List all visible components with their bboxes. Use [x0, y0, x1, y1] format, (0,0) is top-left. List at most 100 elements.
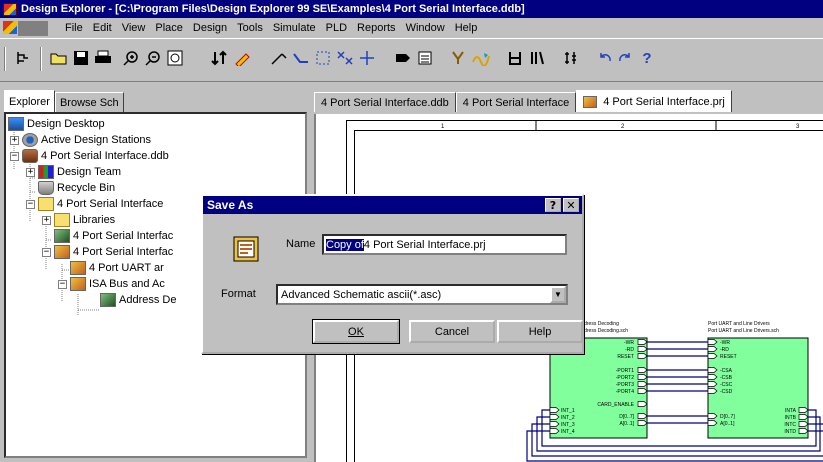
- window-title-bar: Design Explorer - [C:\Program Files\Desi…: [0, 0, 823, 18]
- pin-label: -CSB: [720, 375, 733, 381]
- name-field-value: 4 Port Serial Interface.prj: [363, 238, 486, 251]
- menu-pld[interactable]: PLD: [321, 22, 352, 34]
- pin-label: INT_2: [561, 415, 575, 421]
- menu-view[interactable]: View: [117, 22, 151, 34]
- print-icon[interactable]: [92, 47, 114, 69]
- block2-file: Port UART and Line Drivers.sch: [708, 328, 779, 334]
- tree-item-libraries[interactable]: + Libraries: [42, 212, 115, 228]
- collapse-icon[interactable]: −: [42, 247, 51, 257]
- pin-label: RESET: [720, 354, 737, 360]
- chevron-down-icon[interactable]: ▼: [550, 286, 566, 303]
- block1-file: Address Decoding.sch: [578, 328, 628, 334]
- library-icon[interactable]: [526, 47, 548, 69]
- save-icon[interactable]: [70, 47, 92, 69]
- format-select[interactable]: Advanced Schematic ascii(*.asc) ▼: [276, 284, 568, 305]
- zoom-out-icon[interactable]: [142, 47, 164, 69]
- collapse-icon[interactable]: −: [10, 151, 19, 161]
- tree-item-prj[interactable]: − 4 Port Serial Interfac: [42, 244, 173, 260]
- app-icon: [3, 2, 17, 16]
- pin-label: -PORT1: [616, 368, 634, 374]
- tab-serial-interface[interactable]: 4 Port Serial Interface: [455, 92, 577, 112]
- collapse-icon[interactable]: −: [58, 279, 67, 289]
- menu-design[interactable]: Design: [188, 22, 232, 34]
- tree-item-ddb[interactable]: − 4 Port Serial Interface.ddb: [10, 148, 169, 164]
- wire-icon[interactable]: [268, 47, 290, 69]
- close-button[interactable]: ✕: [563, 198, 579, 212]
- tree-item-address-decoding[interactable]: Address De: [100, 292, 176, 308]
- menu-file[interactable]: File: [60, 22, 88, 34]
- stations-icon: [22, 133, 38, 147]
- tab-explorer[interactable]: Explorer: [4, 90, 55, 112]
- tree-item-uart[interactable]: 4 Port UART ar: [70, 260, 164, 276]
- waveform-icon[interactable]: [470, 47, 492, 69]
- component-icon[interactable]: [504, 47, 526, 69]
- port-icon[interactable]: [392, 47, 414, 69]
- cancel-button[interactable]: Cancel: [409, 320, 495, 343]
- help-button[interactable]: ?: [545, 198, 561, 212]
- toolbar-separator: [40, 47, 42, 71]
- tree-item-isa-bus[interactable]: − ISA Bus and Ac: [58, 276, 165, 292]
- select-icon[interactable]: [312, 47, 334, 69]
- tab-ddb[interactable]: 4 Port Serial Interface.ddb: [314, 92, 456, 112]
- menu-bar: File Edit View Place Design Tools Simula…: [0, 18, 823, 38]
- help-icon[interactable]: ?: [636, 47, 658, 69]
- menu-window[interactable]: Window: [401, 22, 450, 34]
- open-icon[interactable]: [48, 47, 70, 69]
- tree-item-recycle-bin[interactable]: Recycle Bin: [38, 180, 115, 196]
- dialog-title-bar: Save As ? ✕: [203, 196, 582, 214]
- dialog-help-button[interactable]: Help: [497, 320, 583, 343]
- tree-item-label: Design Team: [57, 166, 121, 178]
- pin-label: A[0..1]: [720, 421, 735, 427]
- undo-icon[interactable]: [594, 47, 616, 69]
- redo-icon[interactable]: [614, 47, 636, 69]
- tab-prj[interactable]: 4 Port Serial Interface.prj: [576, 90, 732, 112]
- pin-label: INT_4: [561, 429, 575, 435]
- tree-item-design-team[interactable]: + Design Team: [26, 164, 121, 180]
- project-icon: [54, 245, 70, 259]
- tree-item-active-design-stations[interactable]: + Active Design Stations: [10, 132, 151, 148]
- ok-button[interactable]: OK: [312, 319, 400, 344]
- grid-icon[interactable]: [560, 47, 582, 69]
- block1-title: Address Decoding: [578, 321, 619, 327]
- schematic-icon: [54, 229, 70, 243]
- tree-item-design-desktop[interactable]: Design Desktop: [8, 116, 105, 132]
- move-icon[interactable]: [208, 47, 230, 69]
- toolbar-separator: [4, 47, 6, 71]
- collapse-icon[interactable]: −: [26, 199, 35, 209]
- project-icon: [70, 261, 86, 275]
- tab-browse-sch[interactable]: Browse Sch: [54, 92, 124, 112]
- document-icon[interactable]: [3, 21, 17, 34]
- bus-icon[interactable]: [290, 47, 312, 69]
- crosshair-icon[interactable]: [356, 47, 378, 69]
- menu-edit[interactable]: Edit: [88, 22, 117, 34]
- menu-help[interactable]: Help: [450, 22, 483, 34]
- document-tabs: 4 Port Serial Interface.ddb 4 Port Seria…: [314, 90, 732, 114]
- tree-item-project-folder[interactable]: − 4 Port Serial Interface: [26, 196, 163, 212]
- database-icon: [22, 149, 38, 163]
- no-erc-icon[interactable]: [334, 47, 356, 69]
- format-label: Format: [221, 288, 256, 300]
- menu-tools[interactable]: Tools: [232, 22, 268, 34]
- hierarchy-icon[interactable]: [12, 47, 34, 69]
- probe-icon[interactable]: [448, 47, 470, 69]
- expand-icon[interactable]: +: [42, 215, 51, 225]
- zoom-in-icon[interactable]: [120, 47, 142, 69]
- pencil-icon[interactable]: [232, 47, 254, 69]
- pin-label: CARD_ENABLE: [597, 402, 634, 408]
- tree-item-label: 4 Port Serial Interfac: [73, 246, 174, 258]
- tree-item-schematic[interactable]: 4 Port Serial Interfac: [54, 228, 173, 244]
- dialog-title: Save As: [207, 198, 254, 212]
- sheet-symbol-icon[interactable]: [414, 47, 436, 69]
- pin-label: INT_1: [561, 408, 575, 414]
- folder-icon: [54, 213, 70, 227]
- menu-reports[interactable]: Reports: [352, 22, 401, 34]
- expand-icon[interactable]: +: [26, 167, 35, 177]
- tree-item-label: 4 Port Serial Interface.ddb: [41, 150, 169, 162]
- name-field[interactable]: Copy of 4 Port Serial Interface.prj: [322, 234, 567, 255]
- expand-icon[interactable]: +: [10, 135, 19, 145]
- name-field-selection: Copy of: [326, 238, 364, 251]
- menu-place[interactable]: Place: [150, 22, 188, 34]
- menu-simulate[interactable]: Simulate: [268, 22, 321, 34]
- zoom-fit-icon[interactable]: [164, 47, 186, 69]
- pin-label: A[0..1]: [620, 421, 635, 427]
